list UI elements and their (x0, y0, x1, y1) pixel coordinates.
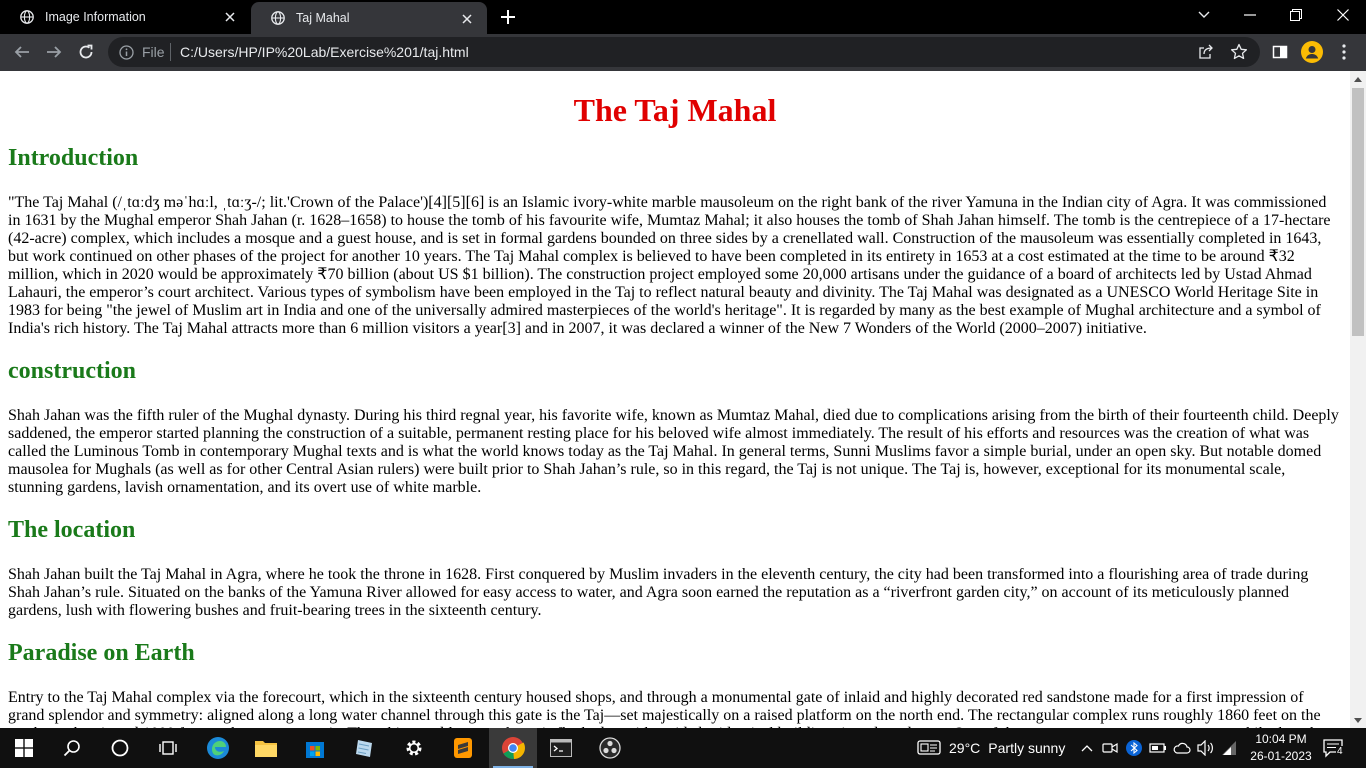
settings-gear-icon[interactable] (390, 728, 438, 768)
web-page-viewport: The Taj Mahal Introduction "The Taj Maha… (0, 71, 1350, 728)
search-icon[interactable] (48, 728, 96, 768)
file-explorer-icon[interactable] (242, 728, 290, 768)
weather-condition: Partly sunny (988, 740, 1066, 756)
tab-title: Image Information (45, 10, 146, 24)
vertical-scrollbar[interactable] (1350, 71, 1366, 728)
close-window-icon[interactable] (1320, 0, 1366, 30)
forward-arrow-icon[interactable] (42, 40, 66, 64)
weather-temperature: 29°C (949, 740, 981, 756)
task-view-icon[interactable] (144, 728, 192, 768)
tab-search-chevron-icon[interactable] (1181, 0, 1227, 30)
obs-studio-icon[interactable] (586, 728, 634, 768)
back-arrow-icon[interactable] (10, 40, 34, 64)
windows-start-icon[interactable] (0, 728, 48, 768)
system-clock[interactable]: 10:04 PM 26-01-2023 (1242, 731, 1320, 765)
edge-browser-icon[interactable] (194, 728, 242, 768)
bookmark-star-icon[interactable] (1230, 43, 1248, 61)
section-paragraph-introduction: "The Taj Mahal (/ˌtɑːdʒ məˈhɑːl, ˌtɑːʒ-/… (8, 194, 1331, 337)
close-tab-icon[interactable] (459, 11, 475, 27)
bluetooth-icon[interactable] (1125, 739, 1143, 757)
menu-kebab-icon[interactable] (1332, 40, 1356, 64)
tab-strip: Image Information Taj Mahal (0, 0, 1366, 34)
url-text[interactable]: C:/Users/HP/IP%20Lab/Exercise%201/taj.ht… (180, 44, 469, 60)
microsoft-store-icon[interactable] (291, 728, 339, 768)
section-paragraph-construction: Shah Jahan was the fifth ruler of the Mu… (8, 407, 1339, 496)
section-heading-introduction: Introduction (8, 145, 139, 171)
profile-avatar[interactable] (1300, 40, 1324, 64)
section-paragraph-location: Shah Jahan built the Taj Mahal in Agra, … (8, 566, 1309, 619)
restore-icon[interactable] (1273, 0, 1319, 30)
scroll-down-arrow-icon[interactable] (1350, 712, 1366, 728)
globe-icon (271, 11, 285, 25)
command-prompt-icon[interactable] (537, 728, 585, 768)
notification-center-icon[interactable]: 4 (1322, 738, 1346, 758)
address-bar[interactable]: File C:/Users/HP/IP%20Lab/Exercise%201/t… (108, 37, 1260, 67)
file-scheme-label: File (142, 44, 165, 60)
wifi-icon[interactable] (1220, 739, 1238, 757)
windows-taskbar: 29°C Partly sunny 10:04 PM 26-01-2023 4 (0, 728, 1366, 768)
battery-icon[interactable] (1149, 739, 1167, 757)
tab-image-information[interactable]: Image Information (0, 0, 250, 34)
notepad-app-icon[interactable] (340, 728, 388, 768)
info-icon[interactable] (118, 44, 134, 60)
clock-time: 10:04 PM (1255, 732, 1307, 746)
share-icon[interactable] (1198, 44, 1214, 60)
volume-icon[interactable] (1197, 739, 1215, 757)
new-tab-icon[interactable] (498, 8, 518, 26)
close-tab-icon[interactable] (222, 9, 238, 25)
side-panel-icon[interactable] (1268, 40, 1292, 64)
globe-icon (20, 10, 34, 24)
address-separator (170, 43, 171, 61)
section-heading-paradise: Paradise on Earth (8, 640, 195, 666)
cortana-icon[interactable] (96, 728, 144, 768)
page-title: The Taj Mahal (573, 92, 777, 128)
notification-badge: 4 (1336, 746, 1344, 757)
section-heading-construction: construction (8, 358, 136, 384)
sublime-text-icon[interactable] (439, 728, 487, 768)
minimize-icon[interactable] (1227, 0, 1273, 30)
reload-icon[interactable] (74, 40, 98, 64)
weather-icon (917, 738, 941, 759)
section-paragraph-paradise: Entry to the Taj Mahal complex via the f… (8, 689, 1330, 728)
tab-taj-mahal[interactable]: Taj Mahal (251, 2, 487, 34)
chrome-browser-icon[interactable] (489, 728, 537, 768)
browser-toolbar: File C:/Users/HP/IP%20Lab/Exercise%201/t… (0, 34, 1366, 71)
scroll-up-arrow-icon[interactable] (1350, 71, 1366, 87)
scrollbar-thumb[interactable] (1352, 88, 1364, 336)
clock-date: 26-01-2023 (1250, 749, 1312, 763)
page-content: The Taj Mahal Introduction "The Taj Maha… (0, 92, 1350, 728)
section-heading-location: The location (8, 517, 136, 543)
weather-widget[interactable]: 29°C Partly sunny (917, 728, 1065, 768)
meet-now-icon[interactable] (1101, 739, 1119, 757)
onedrive-cloud-icon[interactable] (1173, 739, 1191, 757)
show-hidden-icons-chevron-icon[interactable] (1078, 739, 1096, 757)
tab-title: Taj Mahal (296, 11, 350, 25)
